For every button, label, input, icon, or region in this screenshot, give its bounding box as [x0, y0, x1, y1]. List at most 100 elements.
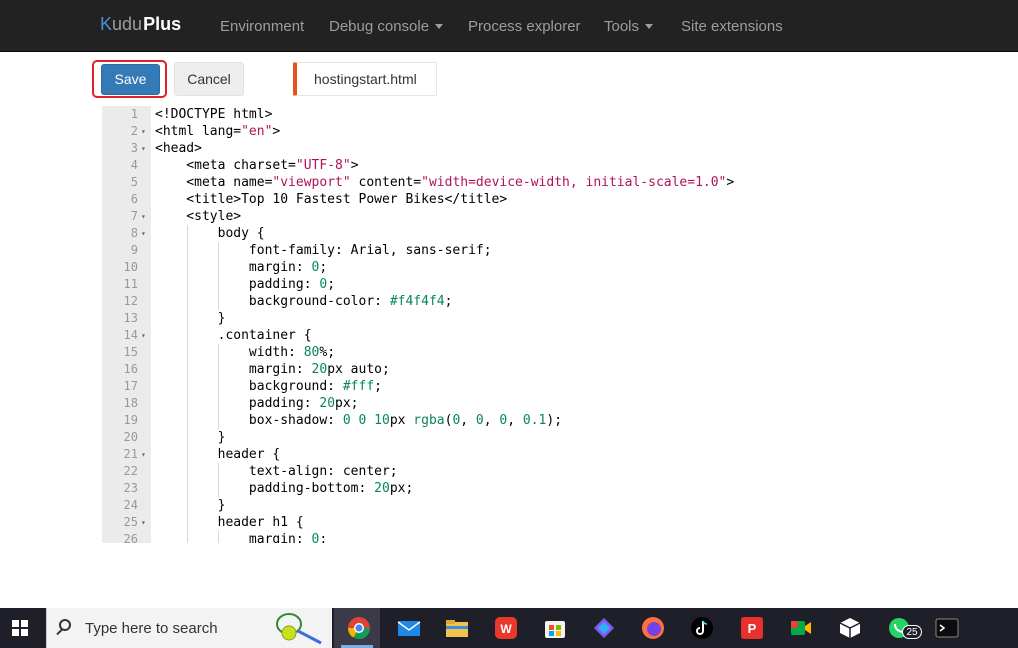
code-line: 11 padding: 0; [102, 276, 1018, 293]
code-text: .container { [155, 328, 312, 343]
line-number: 13 [123, 311, 138, 325]
code-text: box-shadow: 0 0 10px rgba(0, 0, 0, 0.1); [155, 413, 563, 428]
code-text: margin: 0; [155, 260, 328, 275]
kudu-plus-logo[interactable]: KuduPlus [100, 14, 181, 35]
fold-arrow-icon[interactable]: ▾ [141, 327, 149, 344]
line-number: 14 [123, 328, 138, 342]
line-number: 9 [130, 243, 138, 257]
fold-arrow-icon[interactable]: ▾ [141, 208, 149, 225]
nav-debug-console[interactable]: Debug console [329, 18, 444, 35]
code-text: <meta name="viewport" content="width=dev… [155, 175, 735, 190]
line-number: 4 [130, 158, 138, 172]
search-placeholder: Type here to search [85, 620, 218, 637]
code-text: background-color: #f4f4f4; [155, 294, 453, 309]
code-line: 7 ▾ <style> [102, 208, 1018, 225]
code-line: 16 margin: 20px auto; [102, 361, 1018, 378]
chrome-icon[interactable] [347, 616, 371, 640]
code-line: 9 font-family: Arial, sans-serif; [102, 242, 1018, 259]
line-number: 1 [130, 107, 138, 121]
code-line: 15 width: 80%; [102, 344, 1018, 361]
nav-site-extensions[interactable]: Site extensions [681, 18, 783, 35]
fold-arrow-icon[interactable]: ▾ [141, 446, 149, 463]
line-number: 3 [130, 141, 138, 155]
code-line: 8 ▾ body { [102, 225, 1018, 242]
save-highlight-box [92, 60, 167, 98]
svg-text:W: W [500, 622, 512, 636]
fold-arrow-icon[interactable]: ▾ [141, 140, 149, 157]
code-text: padding-bottom: 20px; [155, 481, 414, 496]
code-text: text-align: center; [155, 464, 398, 479]
caret-down-icon [645, 24, 654, 29]
line-number: 16 [123, 362, 138, 376]
microsoft-store-icon[interactable] [543, 616, 567, 640]
google-meet-icon[interactable] [789, 616, 813, 640]
code-text: width: 80%; [155, 345, 336, 360]
wps-office-icon[interactable]: W [494, 616, 518, 640]
nav-process-explorer[interactable]: Process explorer [468, 18, 581, 35]
copilot-icon[interactable] [592, 616, 616, 640]
top-navbar: KuduPlus Environment Debug console Proce… [0, 0, 1018, 52]
line-number: 19 [123, 413, 138, 427]
nav-environment-label: Environment [220, 18, 305, 35]
brand-plus: Plus [143, 14, 182, 34]
tiktok-icon[interactable] [690, 616, 714, 640]
code-line: 12 background-color: #f4f4f4; [102, 293, 1018, 310]
code-text: <!DOCTYPE html> [155, 107, 273, 122]
code-text: padding: 20px; [155, 396, 359, 411]
terminal-icon[interactable] [935, 616, 959, 640]
fold-arrow-icon[interactable]: ▾ [141, 514, 149, 531]
file-explorer-icon[interactable] [445, 616, 469, 640]
caret-down-icon [435, 24, 444, 29]
file-tab-hostingstart[interactable]: hostingstart.html [293, 62, 437, 96]
package-box-icon[interactable] [838, 616, 862, 640]
code-line: 26 margin: 0; [102, 531, 1018, 543]
code-text: <meta charset="UTF-8"> [155, 158, 359, 173]
code-line: 22 text-align: center; [102, 463, 1018, 480]
line-number: 7 [130, 209, 138, 223]
code-text: } [155, 498, 226, 513]
code-line: 4 <meta charset="UTF-8"> [102, 157, 1018, 174]
line-number: 20 [123, 430, 138, 444]
code-line: 13 } [102, 310, 1018, 327]
nav-site-extensions-label: Site extensions [681, 18, 783, 35]
code-line: 18 padding: 20px; [102, 395, 1018, 412]
code-text: margin: 20px auto; [155, 362, 390, 377]
nav-tools[interactable]: Tools [604, 18, 654, 35]
firefox-icon[interactable] [641, 616, 665, 640]
line-number: 18 [123, 396, 138, 410]
code-line: 6 <title>Top 10 Fastest Power Bikes</tit… [102, 191, 1018, 208]
line-number: 25 [123, 515, 138, 529]
line-number: 15 [123, 345, 138, 359]
line-number: 24 [123, 498, 138, 512]
brand-udu: udu [112, 14, 143, 34]
code-line: 20 } [102, 429, 1018, 446]
code-line: 25 ▾ header h1 { [102, 514, 1018, 531]
cancel-button[interactable]: Cancel [174, 62, 244, 96]
code-line: 14 ▾ .container { [102, 327, 1018, 344]
brand-k: K [100, 14, 113, 34]
line-number: 5 [130, 175, 138, 189]
code-text: margin: 0; [155, 532, 328, 543]
code-text: <style> [155, 209, 242, 224]
line-number: 23 [123, 481, 138, 495]
line-number: 11 [123, 277, 138, 291]
code-text: padding: 0; [155, 277, 336, 292]
nav-tools-label: Tools [604, 18, 640, 35]
line-number: 10 [123, 260, 138, 274]
whatsapp-unread-badge: 25 [902, 625, 922, 639]
nav-environment[interactable]: Environment [220, 18, 304, 35]
line-number: 22 [123, 464, 138, 478]
mail-icon[interactable] [397, 616, 421, 640]
fold-arrow-icon[interactable]: ▾ [141, 123, 149, 140]
line-number: 26 [123, 532, 138, 543]
code-editor[interactable]: 1 <!DOCTYPE html> 2 ▾ <html lang="en"> 3 ▾ <h… [102, 106, 1018, 543]
code-line: 3 ▾ <head> [102, 140, 1018, 157]
line-number: 2 [130, 124, 138, 138]
windows-start-icon[interactable] [12, 620, 28, 636]
line-number: 12 [123, 294, 138, 308]
fold-arrow-icon[interactable]: ▾ [141, 225, 149, 242]
pocket-casts-icon[interactable]: P [740, 616, 764, 640]
code-text: <html lang="en"> [155, 124, 281, 139]
taskbar-search-box[interactable]: Type here to search [46, 608, 332, 648]
nav-process-explorer-label: Process explorer [468, 18, 581, 35]
